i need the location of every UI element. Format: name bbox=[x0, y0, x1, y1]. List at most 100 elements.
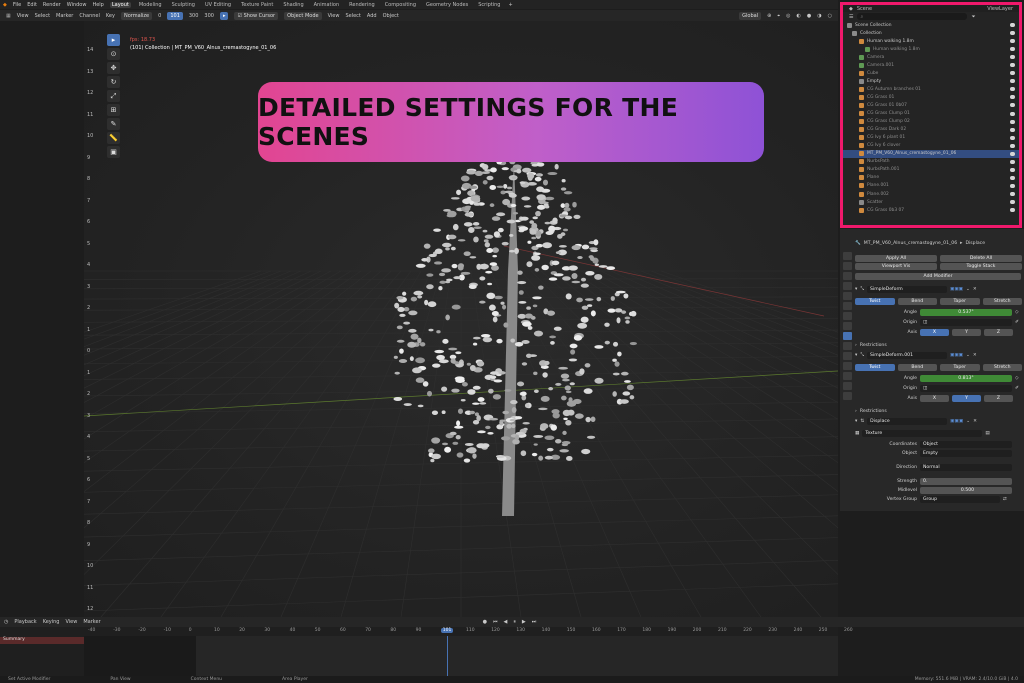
mod2-origin-field[interactable]: ◫ bbox=[920, 384, 1012, 392]
timeline-view[interactable]: View bbox=[65, 619, 77, 625]
timeline-ruler[interactable]: -40 -30 -20 -10 0 10 20 30 40 50 60 70 80 90 101 110 120… bbox=[84, 627, 853, 636]
jump-end-icon[interactable]: ⏭ bbox=[532, 619, 537, 625]
invert-icon[interactable]: ⇄ bbox=[1003, 497, 1007, 502]
view-layer-name[interactable]: ViewLayer bbox=[987, 6, 1013, 12]
mod1-restrictions[interactable]: › Restrictions bbox=[855, 341, 1022, 349]
mod1-angle-field[interactable]: 0.537° bbox=[920, 308, 1012, 316]
display-mode-icon[interactable]: ☰ bbox=[849, 14, 853, 20]
collapse-icon[interactable]: ▾ bbox=[855, 353, 857, 358]
timeline-body[interactable] bbox=[84, 636, 838, 676]
eyedropper-icon[interactable]: ✐ bbox=[1015, 386, 1019, 391]
outliner-search-input[interactable]: ⌕ bbox=[857, 13, 968, 20]
header-select[interactable]: Select bbox=[35, 13, 50, 19]
visibility-eye-icon[interactable] bbox=[1010, 159, 1015, 164]
outliner-row[interactable]: CG Grass 01 bbox=[843, 93, 1019, 101]
visibility-eye-icon[interactable] bbox=[1010, 175, 1015, 180]
add-modifier-button[interactable]: Add Modifier bbox=[855, 272, 1021, 280]
modifier-3-close-icon[interactable]: ✕ bbox=[973, 419, 977, 424]
visibility-eye-icon[interactable] bbox=[1010, 39, 1015, 44]
data-tab-icon[interactable] bbox=[842, 372, 852, 380]
eyedropper-icon[interactable]: ✐ bbox=[1015, 320, 1019, 325]
mod1-tab-stretch[interactable]: Stretch bbox=[982, 297, 1022, 305]
measure-tool-icon[interactable]: 📏 bbox=[107, 132, 120, 144]
visibility-eye-icon[interactable] bbox=[1010, 103, 1015, 108]
scene-icon[interactable]: ◆ bbox=[849, 6, 853, 12]
collapse-icon[interactable]: ▾ bbox=[855, 287, 857, 292]
mod1-axis-z[interactable]: Z bbox=[984, 328, 1013, 336]
tool-tab-icon[interactable] bbox=[842, 252, 852, 260]
tab-animation[interactable]: Animation bbox=[312, 2, 342, 8]
texture-browse-icon[interactable]: ▤ bbox=[985, 431, 989, 436]
tab-modeling[interactable]: Modeling bbox=[137, 2, 164, 8]
modifier-3-name-field[interactable]: Displace bbox=[867, 417, 948, 425]
outliner-row[interactable]: MT_PM_V60_Alnus_cremastogyne_01_06 bbox=[843, 149, 1019, 158]
visibility-eye-icon[interactable] bbox=[1010, 87, 1015, 92]
frame-mid-field[interactable]: 300 bbox=[189, 13, 199, 19]
mod3-coordinates-dropdown[interactable]: Object bbox=[920, 440, 1012, 448]
mod3-object-field[interactable]: Empty bbox=[920, 449, 1012, 457]
mod2-axis-z[interactable]: Z bbox=[984, 394, 1013, 402]
menu-edit[interactable]: Edit bbox=[27, 2, 37, 8]
normalize-toggle[interactable]: Normalize bbox=[120, 11, 153, 20]
tab-texture-paint[interactable]: Texture Paint bbox=[239, 2, 275, 8]
add-workspace-icon[interactable]: + bbox=[508, 2, 512, 8]
frame-current[interactable]: 0 bbox=[158, 13, 161, 19]
proportional-icon[interactable]: ◎ bbox=[786, 13, 790, 19]
texture-tab-icon[interactable] bbox=[842, 392, 852, 400]
editor-type-icon[interactable]: ▦ bbox=[6, 13, 11, 19]
mod3-direction-dropdown[interactable]: Normal bbox=[920, 463, 1012, 471]
object-tab-icon[interactable] bbox=[842, 322, 852, 330]
tab-compositing[interactable]: Compositing bbox=[383, 2, 418, 8]
modifier-1-dropdown-icon[interactable]: ⌄ bbox=[966, 287, 970, 292]
material-tab-icon[interactable] bbox=[842, 382, 852, 390]
outliner-row[interactable]: Human walking 1.8m bbox=[843, 45, 1019, 53]
blender-logo-icon[interactable]: ◆ bbox=[3, 2, 7, 8]
visibility-eye-icon[interactable] bbox=[1010, 151, 1015, 156]
modifier-1-name-field[interactable]: SimpleDeform bbox=[867, 285, 947, 293]
rotate-tool-icon[interactable]: ↻ bbox=[107, 76, 120, 88]
outliner-row[interactable]: Empty bbox=[843, 77, 1019, 85]
visibility-eye-icon[interactable] bbox=[1010, 23, 1015, 28]
outliner-row[interactable]: Scatter bbox=[843, 198, 1019, 206]
show-cursor-checkbox[interactable]: ☑ Show Cursor bbox=[234, 11, 279, 20]
keyframe-icon[interactable]: ◇ bbox=[1015, 310, 1019, 315]
modifier-2-dropdown-icon[interactable]: ⌄ bbox=[966, 353, 970, 358]
tab-sculpting[interactable]: Sculpting bbox=[170, 2, 197, 8]
visibility-eye-icon[interactable] bbox=[1010, 167, 1015, 172]
filter-icon[interactable]: ⏷ bbox=[971, 14, 975, 20]
pause-icon[interactable]: ⏸ bbox=[513, 619, 516, 625]
object-mode-dropdown[interactable]: Object Mode bbox=[284, 11, 322, 20]
outliner-row[interactable]: Human walking 1.8m bbox=[843, 37, 1019, 45]
collapse-icon[interactable]: ▾ bbox=[855, 419, 857, 424]
outliner-row[interactable]: CG Autumn branches 01 bbox=[843, 85, 1019, 93]
mod1-axis-y[interactable]: Y bbox=[952, 328, 981, 336]
outliner-row[interactable]: Plane.002 bbox=[843, 190, 1019, 198]
mod2-tab-taper[interactable]: Taper bbox=[940, 363, 980, 371]
tab-uv-editing[interactable]: UV Editing bbox=[203, 2, 233, 8]
visibility-eye-icon[interactable] bbox=[1010, 192, 1015, 196]
visibility-eye-icon[interactable] bbox=[1010, 63, 1015, 68]
mod1-tab-taper[interactable]: Taper bbox=[940, 297, 980, 305]
timeline-editor-icon[interactable]: ◷ bbox=[4, 619, 8, 625]
modifier-2-close-icon[interactable]: ✕ bbox=[973, 353, 977, 358]
mod1-tab-twist[interactable]: Twist bbox=[855, 297, 895, 305]
scale-tool-icon[interactable]: ⤢ bbox=[107, 90, 120, 102]
modifier-tab-icon[interactable] bbox=[842, 332, 852, 340]
render-tab-icon[interactable] bbox=[842, 262, 852, 270]
viewport-vis-button[interactable]: Viewport Vis bbox=[855, 262, 937, 270]
outliner-row[interactable]: NurbsPath.001 bbox=[843, 166, 1019, 174]
apply-all-button[interactable]: Apply All bbox=[855, 254, 937, 262]
mod3-vertex-group-field[interactable]: Group bbox=[920, 495, 1000, 503]
move-tool-icon[interactable]: ✥ bbox=[107, 62, 120, 74]
visibility-eye-icon[interactable] bbox=[1010, 95, 1015, 100]
select-box-tool-icon[interactable]: ▸ bbox=[107, 34, 120, 46]
menu-file[interactable]: File bbox=[13, 2, 21, 8]
visibility-eye-icon[interactable] bbox=[1010, 71, 1015, 76]
toggle-stack-button[interactable]: Toggle Stack bbox=[940, 262, 1022, 270]
world-tab-icon[interactable] bbox=[842, 302, 852, 310]
visibility-eye-icon[interactable] bbox=[1010, 200, 1015, 205]
modifier-2-name-field[interactable]: SimpleDeform.001 bbox=[867, 351, 947, 359]
visibility-eye-icon[interactable] bbox=[1010, 208, 1015, 213]
shading-material-icon[interactable]: ◑ bbox=[817, 13, 821, 19]
tab-scripting[interactable]: Scripting bbox=[476, 2, 502, 8]
